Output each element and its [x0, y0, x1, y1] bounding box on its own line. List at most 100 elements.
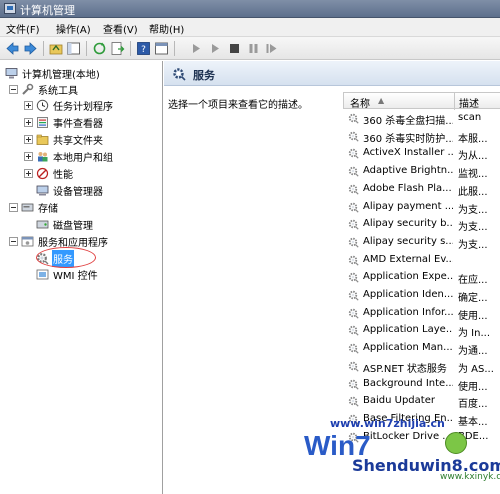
- service-gear-icon: [348, 237, 359, 248]
- tree-item-performance[interactable]: 性能: [24, 165, 74, 181]
- stop-service-icon[interactable]: [227, 41, 242, 56]
- service-row[interactable]: Alipay security s... 为支...: [343, 234, 500, 251]
- service-row[interactable]: Application Expe... 在应...: [343, 269, 500, 286]
- tree-label: 共享文件夹: [53, 135, 103, 147]
- service-description-cell: 为支...: [458, 222, 488, 234]
- tree-item-system-tools[interactable]: 系统工具: [9, 81, 79, 97]
- toolbar-separator: [86, 41, 87, 56]
- expand-icon[interactable]: [24, 117, 33, 127]
- forward-arrow-icon[interactable]: [23, 41, 38, 56]
- service-name: 360 杀毒实时防护...: [363, 133, 453, 145]
- column-header-description[interactable]: 描述: [459, 95, 479, 110]
- service-name: Baidu Updater: [363, 395, 435, 407]
- service-description-cell: 在应...: [458, 275, 488, 287]
- service-name: Application Infor...: [363, 306, 453, 318]
- service-gear-icon: [348, 166, 359, 177]
- start-alt-icon[interactable]: [208, 41, 223, 56]
- properties-icon[interactable]: [154, 41, 169, 56]
- service-description-cell: 基本...: [458, 416, 488, 428]
- service-row[interactable]: Alipay payment ... 为支...: [343, 199, 500, 216]
- service-description: 选择一个项目来查看它的描述。: [168, 100, 308, 111]
- service-row[interactable]: 360 杀毒实时防护... 本服...: [343, 128, 500, 145]
- sort-up-icon: ▲: [378, 96, 385, 105]
- service-description-cell: 为通...: [458, 346, 488, 358]
- console-tree-icon[interactable]: [66, 41, 81, 56]
- restart-service-icon[interactable]: [264, 41, 279, 56]
- tree-item-event-viewer[interactable]: 事件查看器: [24, 114, 104, 130]
- menu-action[interactable]: 操作(A): [56, 21, 91, 36]
- tree-label: 设备管理器: [53, 186, 103, 198]
- wmi-icon: [36, 268, 49, 281]
- collapse-icon[interactable]: [9, 84, 18, 94]
- service-row[interactable]: Background Inte... 使用...: [343, 376, 500, 393]
- menu-help[interactable]: 帮助(H): [149, 21, 184, 36]
- service-row[interactable]: Alipay security b... 为支...: [343, 216, 500, 233]
- column-header-name[interactable]: 名称: [350, 95, 370, 110]
- service-name: BitLocker Drive ...: [363, 430, 452, 442]
- menu-bar: 文件(F) 操作(A) 查看(V) 帮助(H): [0, 18, 500, 37]
- service-row[interactable]: 360 杀毒全盘扫描... scan: [343, 110, 500, 127]
- service-gear-icon: [348, 113, 359, 124]
- service-description-cell: 百度...: [458, 399, 488, 411]
- expand-icon[interactable]: [24, 100, 33, 110]
- tree-item-task-scheduler[interactable]: 任务计划程序: [24, 97, 114, 113]
- services-list-header: 名称 ▲ 描述: [343, 92, 500, 110]
- refresh-icon[interactable]: [92, 41, 107, 56]
- tree-item-disk-management[interactable]: 磁盘管理: [36, 216, 94, 232]
- shared-folder-icon: [36, 133, 49, 146]
- service-row[interactable]: Application Infor... 使用...: [343, 305, 500, 322]
- tree-item-storage[interactable]: 存储: [9, 199, 59, 215]
- service-gear-icon: [348, 361, 359, 372]
- service-gear-icon: [348, 202, 359, 213]
- disk-icon: [36, 218, 49, 231]
- service-row[interactable]: Baidu Updater 百度...: [343, 393, 500, 410]
- service-gear-icon: [348, 290, 359, 301]
- export-list-icon[interactable]: [110, 41, 125, 56]
- menu-file[interactable]: 文件(F): [6, 21, 40, 36]
- service-name: ActiveX Installer ...: [363, 147, 453, 159]
- tree-item-shared-folders[interactable]: 共享文件夹: [24, 131, 104, 147]
- service-row[interactable]: Application Iden... 确定...: [343, 287, 500, 304]
- service-gear-icon: [348, 219, 359, 230]
- service-description-cell: 使用...: [458, 381, 488, 393]
- expand-icon[interactable]: [24, 168, 33, 178]
- service-description-cell: 监视...: [458, 169, 488, 181]
- service-row[interactable]: Adobe Flash Pla... 此服...: [343, 181, 500, 198]
- service-name: 360 杀毒全盘扫描...: [363, 116, 453, 127]
- watermark-url: www.win7zhijia.cn: [330, 417, 445, 430]
- service-row[interactable]: AMD External Ev...: [343, 252, 500, 269]
- svg-text:?: ?: [141, 45, 146, 55]
- tree-label: 性能: [53, 169, 73, 181]
- service-name: Alipay security s...: [363, 235, 453, 247]
- help-icon[interactable]: ?: [136, 41, 151, 56]
- collapse-icon[interactable]: [9, 202, 18, 212]
- expand-icon[interactable]: [24, 134, 33, 144]
- service-gear-icon: [348, 131, 359, 142]
- service-description-cell: 为从...: [458, 151, 488, 163]
- console-tree: 计算机管理(本地) 系统工具 任务计划程序 事件查看器 共享文件夹 本地用户和组…: [0, 61, 163, 494]
- tree-item-wmi-control[interactable]: WMI 控件: [36, 266, 99, 282]
- service-name: AMD External Ev...: [363, 253, 453, 265]
- pause-service-icon[interactable]: [246, 41, 261, 56]
- services-header: 服务: [164, 61, 500, 86]
- menu-view[interactable]: 查看(V): [103, 21, 138, 36]
- tree-item-device-manager[interactable]: 设备管理器: [36, 182, 104, 198]
- tree-label: WMI 控件: [53, 270, 98, 282]
- service-row[interactable]: Adaptive Brightn... 监视...: [343, 163, 500, 180]
- service-description-cell: 使用...: [458, 310, 488, 322]
- service-description-cell: 确定...: [458, 293, 488, 304]
- tree-label: 计算机管理(本地): [22, 69, 100, 81]
- service-row[interactable]: Application Laye... 为 In...: [343, 322, 500, 339]
- service-row[interactable]: Application Man... 为通...: [343, 340, 500, 357]
- collapse-icon[interactable]: [9, 236, 18, 246]
- service-row[interactable]: ActiveX Installer ... 为从...: [343, 145, 500, 162]
- service-row[interactable]: ASP.NET 状态服务为 AS...: [343, 358, 500, 375]
- expand-icon[interactable]: [24, 151, 33, 161]
- watermark-site: www.kxinyk.com: [440, 472, 500, 482]
- back-arrow-icon[interactable]: [5, 41, 20, 56]
- tree-item-local-users-groups[interactable]: 本地用户和组: [24, 148, 114, 164]
- tree-item-root[interactable]: 计算机管理(本地): [5, 65, 101, 81]
- up-folder-icon[interactable]: [49, 41, 64, 56]
- column-divider[interactable]: [454, 93, 455, 110]
- start-service-icon[interactable]: [189, 41, 204, 56]
